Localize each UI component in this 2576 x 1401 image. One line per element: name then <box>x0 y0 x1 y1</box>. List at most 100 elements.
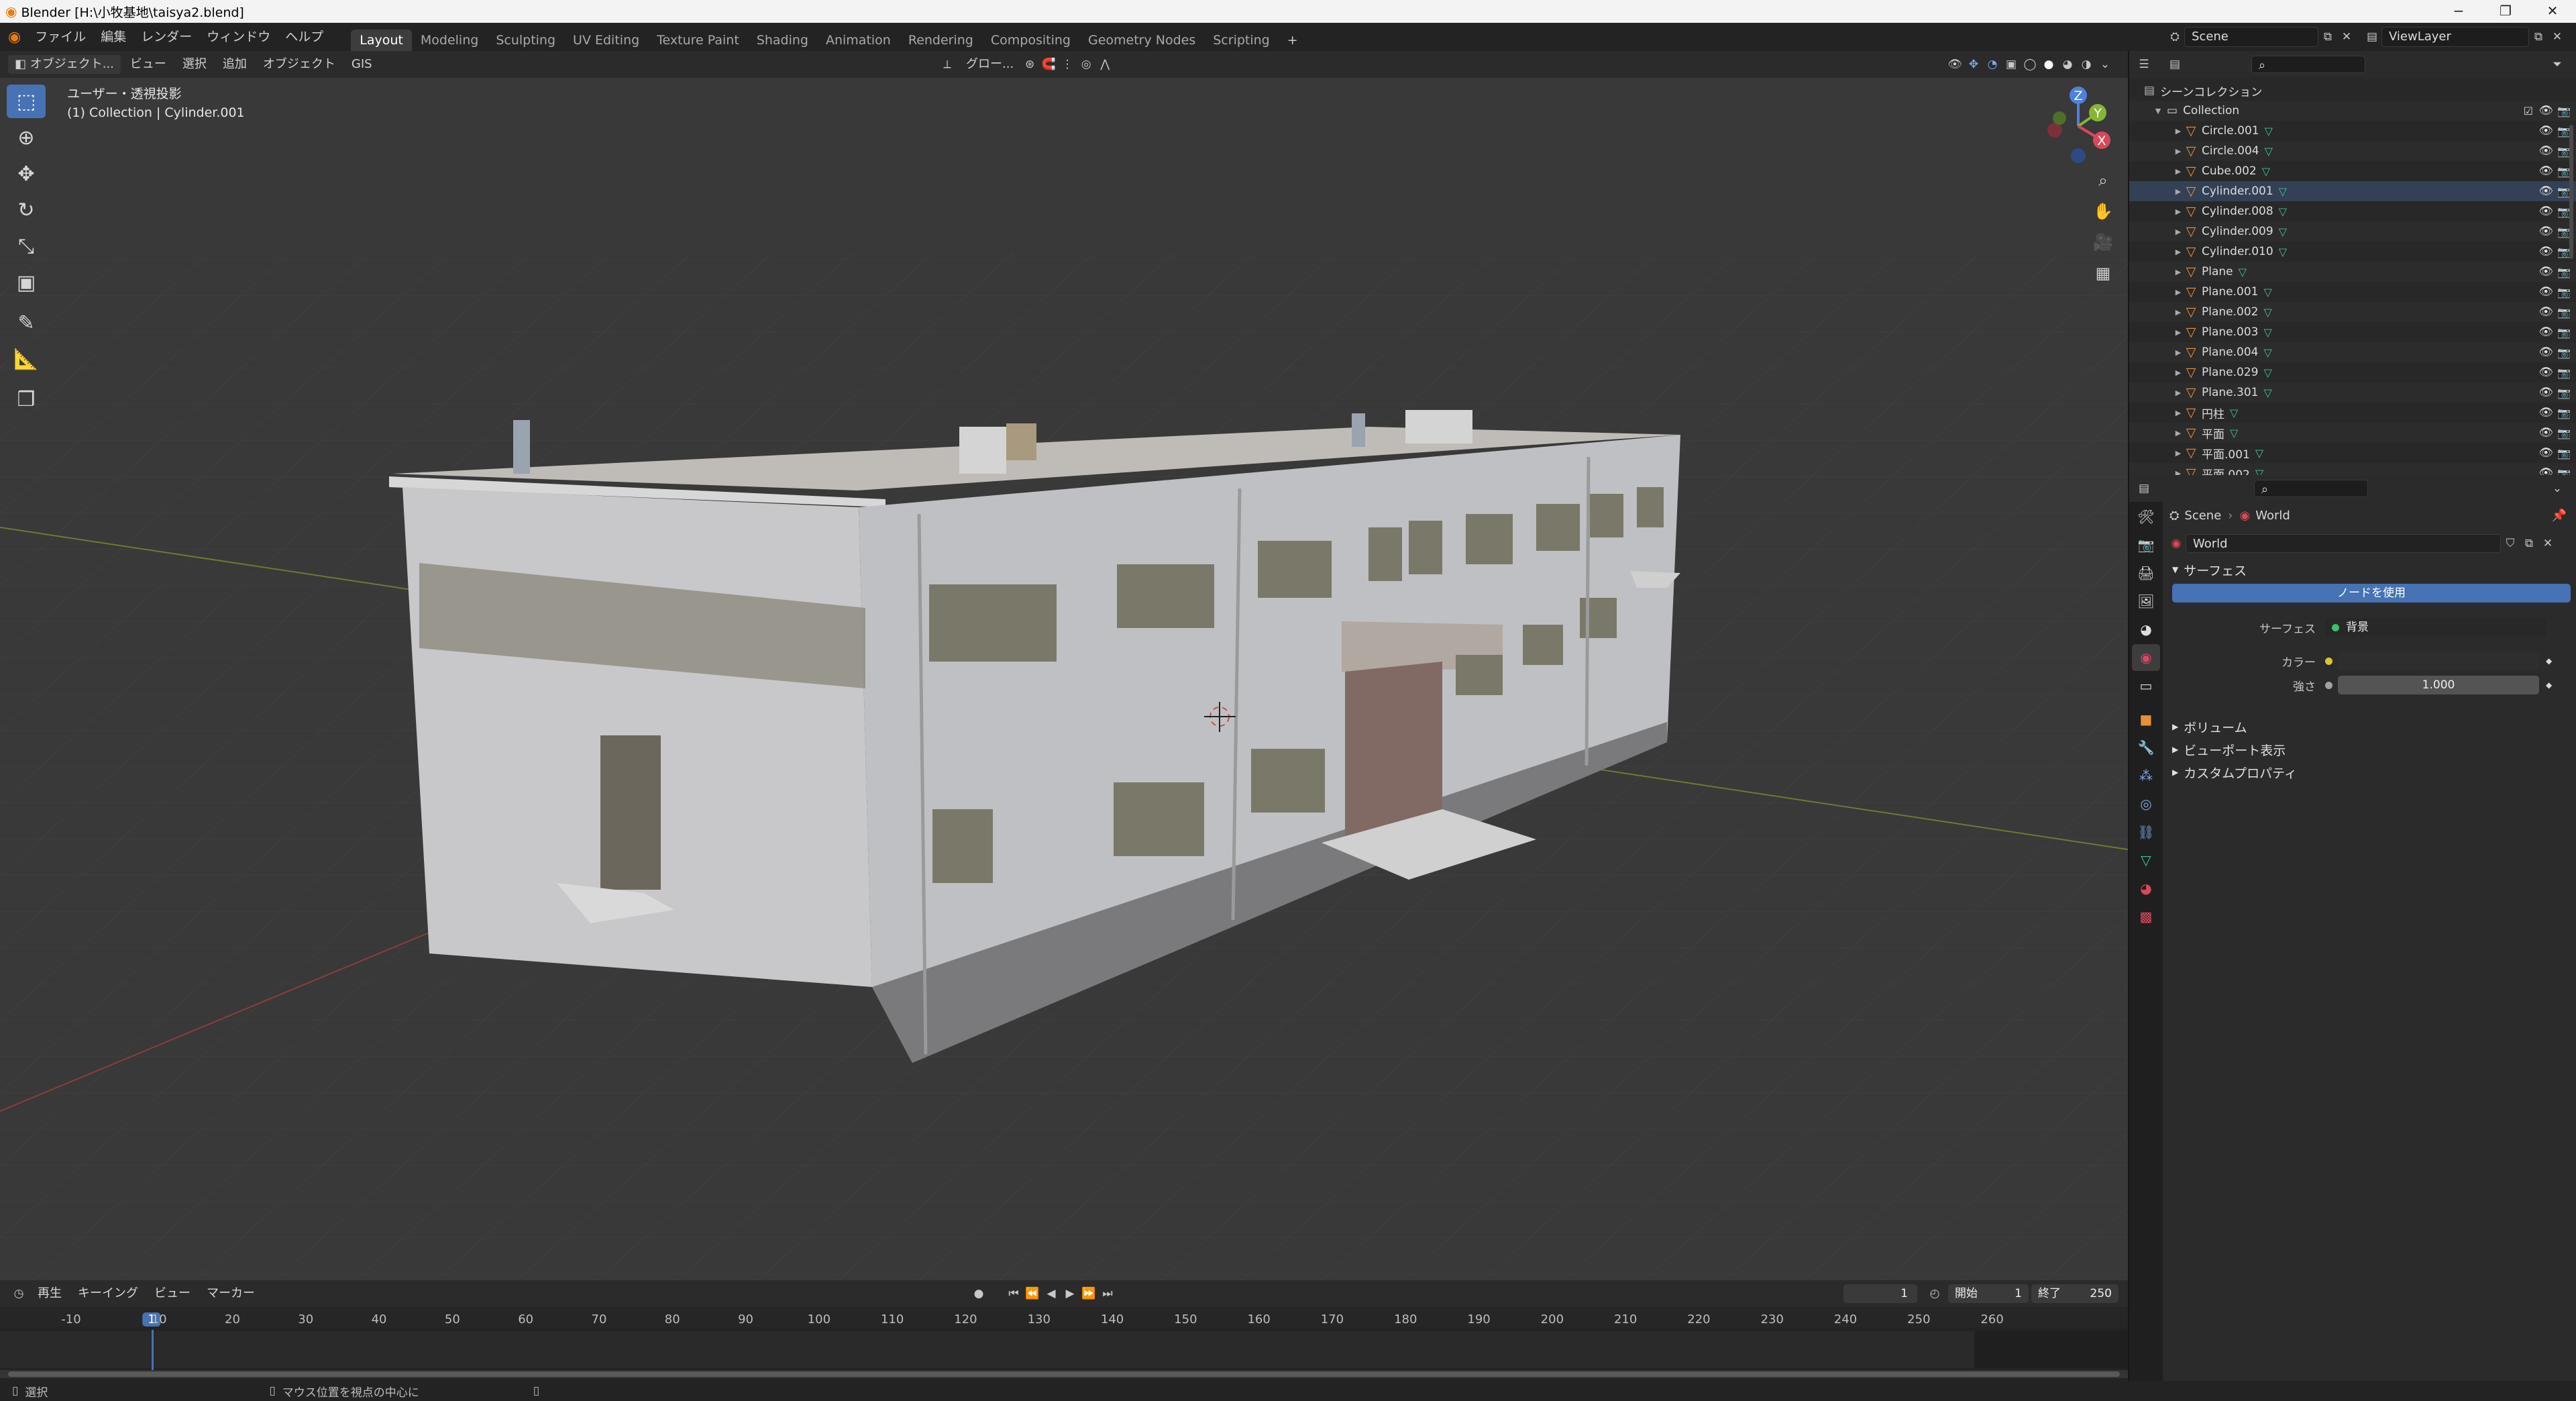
scene-collection-row[interactable]: ▤ シーンコレクション <box>2129 81 2576 101</box>
render-icon[interactable]: 📷 <box>2557 346 2571 359</box>
visibility-icon[interactable]: 👁 <box>2538 285 2553 299</box>
render-icon[interactable]: 📷 <box>2557 306 2571 319</box>
tool-properties-tab[interactable]: 🛠 <box>2132 503 2160 530</box>
render-icon[interactable]: 📷 <box>2557 326 2571 339</box>
volume-panel-header[interactable]: ▶ ボリューム <box>2167 715 2576 738</box>
pivot-point-icon[interactable]: ⊛ <box>1020 55 1039 74</box>
render-icon[interactable]: 📷 <box>2557 447 2571 460</box>
render-icon[interactable]: 📷 <box>2557 185 2571 198</box>
visibility-icon[interactable]: 👁 <box>2538 406 2553 419</box>
tab-rendering[interactable]: Rendering <box>900 30 982 51</box>
color-keyframe-icon[interactable]: ◆ <box>2546 656 2552 666</box>
render-icon[interactable]: 📷 <box>2557 125 2571 138</box>
rendered-shading-icon[interactable]: ◑ <box>2077 55 2096 74</box>
current-frame-field[interactable]: 1 <box>1843 1284 1917 1303</box>
remove-scene-icon[interactable]: ✕ <box>2337 28 2356 46</box>
visibility-icon[interactable]: 👁 <box>2538 305 2553 319</box>
zoom-icon[interactable]: ⌕ <box>2088 165 2118 196</box>
visibility-icon[interactable]: 👁 <box>2538 124 2553 138</box>
timeline-playhead[interactable] <box>152 1330 154 1371</box>
mesh-data-icon[interactable]: ▽ <box>2263 286 2271 299</box>
world-properties-tab[interactable]: ◉ <box>2132 644 2160 671</box>
unlink-world-icon[interactable]: ✕ <box>2538 534 2557 553</box>
outliner-item[interactable]: ▶ ▽ Plane.001 ▽ 👁 📷 <box>2129 282 2576 302</box>
menu-playback[interactable]: 再生 <box>31 1284 68 1303</box>
new-view-layer-icon[interactable]: ⧉ <box>2529 28 2548 46</box>
outliner-item[interactable]: ▶ ▽ Cylinder.001 ▽ 👁 📷 <box>2129 181 2576 201</box>
menu-edit[interactable]: 編集 <box>93 23 133 51</box>
render-icon[interactable]: 📷 <box>2557 205 2571 218</box>
wireframe-shading-icon[interactable]: ◯ <box>2021 55 2039 74</box>
timeline-ruler[interactable] <box>0 1307 2128 1327</box>
use-nodes-button[interactable]: ノードを使用 <box>2172 584 2571 603</box>
outliner-item[interactable]: ▶ ▽ 平面 ▽ 👁 📷 <box>2129 423 2576 443</box>
mesh-data-icon[interactable]: ▽ <box>2265 145 2273 158</box>
menu-window[interactable]: ウィンドウ <box>199 23 278 51</box>
expand-arrow-icon[interactable]: ▶ <box>2174 187 2183 196</box>
clock-icon[interactable]: ◴ <box>1925 1284 1944 1303</box>
collection-row[interactable]: ▼ ▭ Collection ☑ 👁 📷 <box>2129 101 2576 121</box>
pin-icon[interactable]: 📌 <box>2552 509 2567 523</box>
visibility-icon[interactable]: 👁 <box>2538 245 2553 258</box>
surface-panel-header[interactable]: ▼ サーフェス <box>2167 558 2576 581</box>
render-icon[interactable]: 📷 <box>2557 165 2571 178</box>
prev-keyframe-icon[interactable]: ⏪ <box>1023 1284 1042 1303</box>
remove-view-layer-icon[interactable]: ✕ <box>2548 28 2567 46</box>
mesh-data-icon[interactable]: ▽ <box>2239 266 2247 278</box>
move-tool[interactable]: ✥ <box>7 157 46 191</box>
blender-menu-icon[interactable]: ◉ <box>0 29 28 46</box>
timeline-editor-icon[interactable]: ◷ <box>9 1284 28 1303</box>
material-shading-icon[interactable]: ◕ <box>2058 55 2077 74</box>
object-properties-tab[interactable]: ■ <box>2132 706 2160 733</box>
outliner-item[interactable]: ▶ ▽ Circle.001 ▽ 👁 📷 <box>2129 121 2576 141</box>
render-icon[interactable]: 📷 <box>2557 386 2571 399</box>
expand-arrow-icon[interactable]: ▶ <box>2174 288 2183 297</box>
render-icon[interactable]: 📷 <box>2557 286 2571 299</box>
mesh-data-icon[interactable]: ▽ <box>2263 386 2271 399</box>
play-icon[interactable]: ▶ <box>1061 1284 1079 1303</box>
scene-icon[interactable]: ⛭ <box>2165 28 2184 46</box>
mesh-data-icon[interactable]: ▽ <box>2279 185 2287 198</box>
world-name-field[interactable]: World <box>2186 534 2501 553</box>
visibility-icon[interactable]: 👁 <box>2538 366 2553 379</box>
menu-object[interactable]: オブジェクト <box>256 55 342 74</box>
camera-view-icon[interactable]: 🎥 <box>2088 227 2118 258</box>
snap-target-icon[interactable]: ⋮ <box>1058 55 1077 74</box>
mesh-data-icon[interactable]: ▽ <box>2230 427 2238 439</box>
outliner-item[interactable]: ▶ ▽ Plane.002 ▽ 👁 📷 <box>2129 302 2576 322</box>
expand-arrow-icon[interactable]: ▶ <box>2174 147 2183 156</box>
modifier-properties-tab[interactable]: 🔧 <box>2132 734 2160 761</box>
jump-end-icon[interactable]: ⏭ <box>1098 1284 1117 1303</box>
properties-editor-icon[interactable]: ▤ <box>2135 479 2153 498</box>
mesh-data-icon[interactable]: ▽ <box>2262 165 2270 178</box>
scene-properties-tab[interactable]: ◕ <box>2132 616 2160 643</box>
rotate-tool[interactable]: ↻ <box>7 193 46 227</box>
menu-timeline-view[interactable]: ビュー <box>148 1284 197 1303</box>
visibility-icon[interactable]: 👁 <box>2538 205 2553 218</box>
properties-search-input[interactable]: ⌕ <box>2254 480 2368 497</box>
expand-arrow-icon[interactable]: ▶ <box>2174 127 2183 136</box>
expand-arrow-icon[interactable]: ▶ <box>2174 207 2183 216</box>
properties-options-icon[interactable]: ⌄ <box>2548 479 2567 498</box>
render-icon[interactable]: 📷 <box>2557 427 2571 439</box>
tab-scripting[interactable]: Scripting <box>1204 30 1279 51</box>
collection-properties-tab[interactable]: ▭ <box>2132 672 2160 699</box>
texture-properties-tab[interactable]: ▩ <box>2132 903 2160 930</box>
expand-arrow-icon[interactable]: ▶ <box>2174 348 2183 357</box>
mesh-data-icon[interactable]: ▽ <box>2263 366 2271 379</box>
visibility-icon[interactable]: 👁 <box>2538 446 2553 460</box>
outliner-item[interactable]: ▶ ▽ 円柱 ▽ 👁 📷 <box>2129 403 2576 423</box>
mesh-data-icon[interactable]: ▽ <box>2263 346 2271 359</box>
mesh-data-icon[interactable]: ▽ <box>2279 205 2287 218</box>
falloff-icon[interactable]: ⋀ <box>1095 55 1114 74</box>
outliner-item[interactable]: ▶ ▽ Cylinder.008 ▽ 👁 📷 <box>2129 201 2576 221</box>
snap-icon[interactable]: 🧲 <box>1039 55 1058 74</box>
tab-sculpting[interactable]: Sculpting <box>487 30 564 51</box>
visibility-icon[interactable]: 👁 <box>2538 185 2553 198</box>
view-layer-properties-tab[interactable]: 🖼 <box>2132 588 2160 615</box>
visibility-icon[interactable]: 👁 <box>2538 164 2553 178</box>
3d-viewport[interactable]: Z Y X ユーザー・透視投影 (1) Collection | Cylinde… <box>0 78 2128 1280</box>
menu-add[interactable]: 追加 <box>216 55 254 74</box>
constraint-properties-tab[interactable]: ⛓ <box>2132 819 2160 845</box>
menu-view[interactable]: ビュー <box>123 55 173 74</box>
